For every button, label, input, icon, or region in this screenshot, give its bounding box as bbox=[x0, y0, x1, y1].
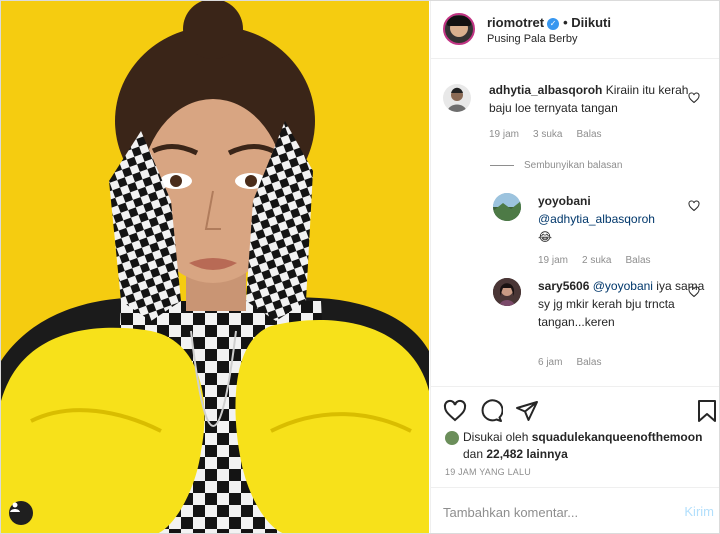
comment-meta: 19 jam 3 suka Balas bbox=[489, 129, 616, 140]
comment-username[interactable]: adhytia_albasqoroh bbox=[489, 83, 602, 97]
liker-avatar[interactable] bbox=[445, 430, 459, 445]
author-line: riomotret ✓ • Diikuti bbox=[487, 15, 611, 30]
comment-body: adhytia_albasqoroh Kiraiin itu kerah baj… bbox=[489, 81, 699, 117]
reply-username[interactable]: sary5606 bbox=[538, 279, 589, 293]
comment-reply-button[interactable]: Balas bbox=[576, 129, 601, 140]
likes-summary: Disukai oleh squadulekanqueenofthemoon d… bbox=[445, 429, 715, 463]
verified-check-icon: ✓ bbox=[547, 17, 560, 30]
comments-section: adhytia_albasqoroh Kiraiin itu kerah baj… bbox=[431, 60, 719, 385]
instagram-post-view: riomotret ✓ • Diikuti Pusing Pala Berby ad… bbox=[0, 0, 720, 534]
post-photo[interactable] bbox=[1, 1, 429, 533]
reply-mention[interactable]: @adhytia_albasqoroh bbox=[538, 212, 655, 226]
post-actions: Disukai oleh squadulekanqueenofthemoon d… bbox=[431, 386, 719, 486]
portrait-illustration bbox=[1, 1, 429, 533]
hide-replies-button[interactable]: Sembunyikan balasan bbox=[490, 160, 622, 171]
post-location[interactable]: Pusing Pala Berby bbox=[487, 33, 578, 45]
comment-time: 19 jam bbox=[489, 129, 520, 140]
reply-avatar[interactable] bbox=[493, 278, 521, 306]
reply-avatar[interactable] bbox=[493, 193, 521, 221]
reply-reply-button[interactable]: Balas bbox=[625, 255, 650, 266]
like-heart-icon[interactable] bbox=[443, 399, 467, 423]
post-timestamp[interactable]: 19 JAM YANG LALU bbox=[445, 467, 531, 477]
reply-like-heart-icon[interactable] bbox=[688, 200, 700, 212]
reply-body: sary5606 @yoyobani iya sama sy jg mkir k… bbox=[538, 277, 708, 331]
save-bookmark-icon[interactable] bbox=[695, 399, 719, 423]
post-header: riomotret ✓ • Diikuti Pusing Pala Berby bbox=[431, 1, 719, 59]
author-avatar[interactable] bbox=[443, 13, 475, 45]
reply-like-heart-icon[interactable] bbox=[688, 286, 700, 298]
reply-username[interactable]: yoyobani bbox=[538, 194, 591, 208]
comment-like-heart-icon[interactable] bbox=[688, 92, 700, 104]
reply-meta: 6 jam Balas bbox=[538, 357, 615, 368]
likes-count[interactable]: 22,482 lainnya bbox=[486, 447, 567, 461]
post-comment-button[interactable]: Kirim bbox=[684, 504, 714, 519]
reply-text: 😂 bbox=[538, 230, 553, 244]
follow-status[interactable]: • Diikuti bbox=[563, 15, 611, 30]
add-comment-bar: Kirim bbox=[431, 487, 719, 533]
author-username[interactable]: riomotret bbox=[487, 15, 544, 30]
reply-body: yoyobani @adhytia_albasqoroh 😂 bbox=[538, 192, 708, 246]
liker-username[interactable]: squadulekanqueenofthemoon bbox=[532, 430, 703, 444]
likes-middle: dan bbox=[463, 447, 484, 461]
reply-mention[interactable]: @yoyobani bbox=[593, 279, 653, 293]
share-send-icon[interactable] bbox=[515, 399, 539, 423]
photo-user-tag-icon[interactable] bbox=[9, 501, 33, 525]
post-side-panel: riomotret ✓ • Diikuti Pusing Pala Berby ad… bbox=[430, 1, 719, 533]
add-comment-input[interactable] bbox=[443, 502, 663, 522]
comment-bubble-icon[interactable] bbox=[479, 399, 503, 423]
commenter-avatar[interactable] bbox=[443, 84, 471, 112]
reply-meta: 19 jam 2 suka Balas bbox=[538, 255, 665, 266]
comment-likes[interactable]: 3 suka bbox=[533, 129, 562, 140]
reply-likes[interactable]: 2 suka bbox=[582, 255, 611, 266]
likes-prefix: Disukai oleh bbox=[463, 430, 529, 444]
reply-time: 19 jam bbox=[538, 255, 569, 266]
reply-time: 6 jam bbox=[538, 357, 563, 368]
reply-reply-button[interactable]: Balas bbox=[576, 357, 601, 368]
